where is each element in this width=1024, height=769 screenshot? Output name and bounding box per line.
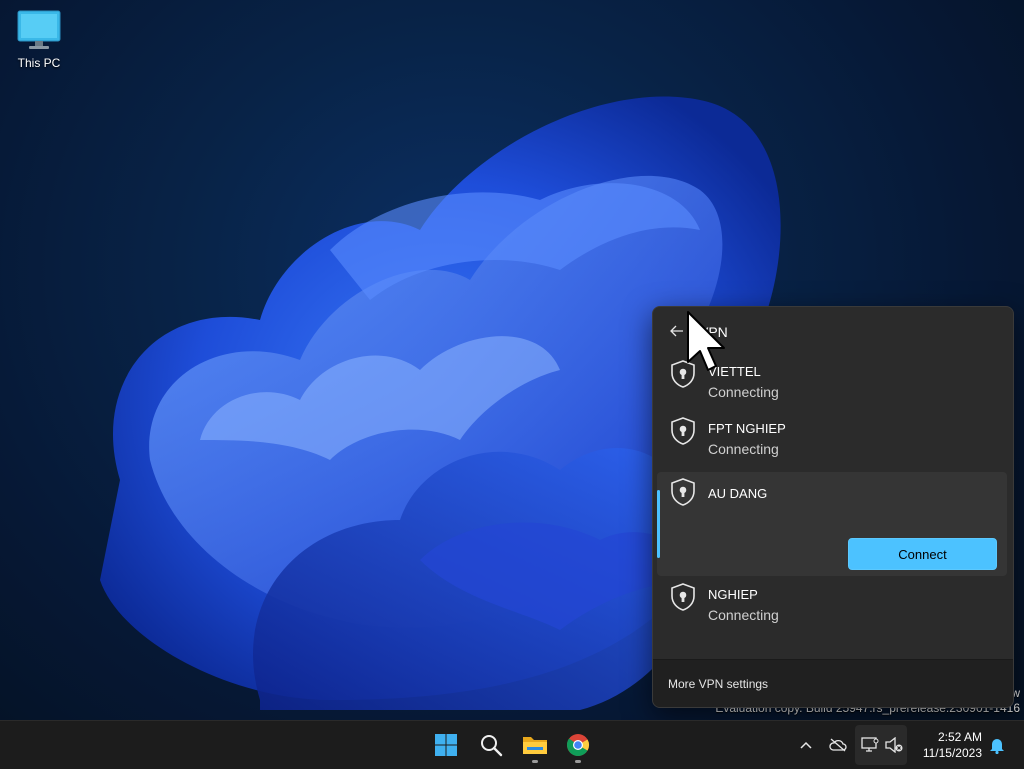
volume-muted-icon bbox=[885, 737, 903, 753]
desktop-icon-this-pc[interactable]: This PC bbox=[10, 10, 68, 70]
shield-lock-icon bbox=[671, 478, 695, 506]
running-indicator bbox=[575, 760, 581, 763]
file-explorer-button[interactable] bbox=[515, 725, 555, 765]
search-icon bbox=[481, 735, 503, 757]
vpn-name: FPT NGHIEP bbox=[708, 421, 786, 436]
chrome-icon bbox=[566, 734, 589, 756]
vpn-item-au-dang[interactable]: AU DANG Connect bbox=[657, 472, 1007, 576]
cloud-offline-icon bbox=[829, 738, 847, 752]
network-icon bbox=[861, 737, 879, 752]
vpn-item-fpt-nghiep[interactable]: FPT NGHIEP Connecting bbox=[657, 414, 1007, 466]
windows-logo-icon bbox=[435, 734, 457, 756]
vpn-name: NGHIEP bbox=[708, 587, 758, 602]
shield-lock-icon bbox=[671, 417, 695, 445]
arrow-left-icon bbox=[670, 325, 683, 337]
monitor-icon bbox=[17, 10, 61, 49]
vpn-item-nghiep[interactable]: NGHIEP Connecting bbox=[657, 580, 1007, 632]
taskbar-clock[interactable]: 2:52 AM 11/15/2023 bbox=[912, 729, 982, 761]
notifications-button[interactable] bbox=[985, 733, 1009, 757]
chrome-button[interactable] bbox=[558, 725, 598, 765]
vpn-status: Connecting bbox=[708, 441, 779, 457]
flyout-footer: More VPN settings bbox=[653, 659, 1013, 707]
bell-icon bbox=[990, 739, 1004, 754]
running-indicator bbox=[532, 760, 538, 763]
shield-lock-icon bbox=[671, 583, 695, 611]
chevron-up-icon bbox=[800, 741, 812, 749]
vpn-name: AU DANG bbox=[708, 486, 768, 501]
selection-indicator bbox=[657, 490, 660, 558]
show-hidden-icons-button[interactable] bbox=[794, 733, 818, 757]
clock-date: 11/15/2023 bbox=[922, 746, 982, 760]
more-vpn-settings-link[interactable]: More VPN settings bbox=[668, 677, 768, 691]
clock-time: 2:52 AM bbox=[937, 730, 982, 744]
quick-settings-button[interactable] bbox=[855, 725, 907, 765]
vpn-status: Connecting bbox=[708, 607, 779, 623]
start-button[interactable] bbox=[426, 725, 466, 765]
vpn-status: Connecting bbox=[708, 384, 779, 400]
desktop-icon-label: This PC bbox=[17, 56, 61, 70]
search-button[interactable] bbox=[471, 725, 511, 765]
connect-button[interactable]: Connect bbox=[848, 538, 997, 570]
mouse-cursor-icon bbox=[687, 311, 725, 371]
folder-icon bbox=[523, 737, 547, 754]
taskbar: 2:52 AM 11/15/2023 bbox=[0, 720, 1024, 769]
onedrive-button[interactable] bbox=[826, 733, 850, 757]
